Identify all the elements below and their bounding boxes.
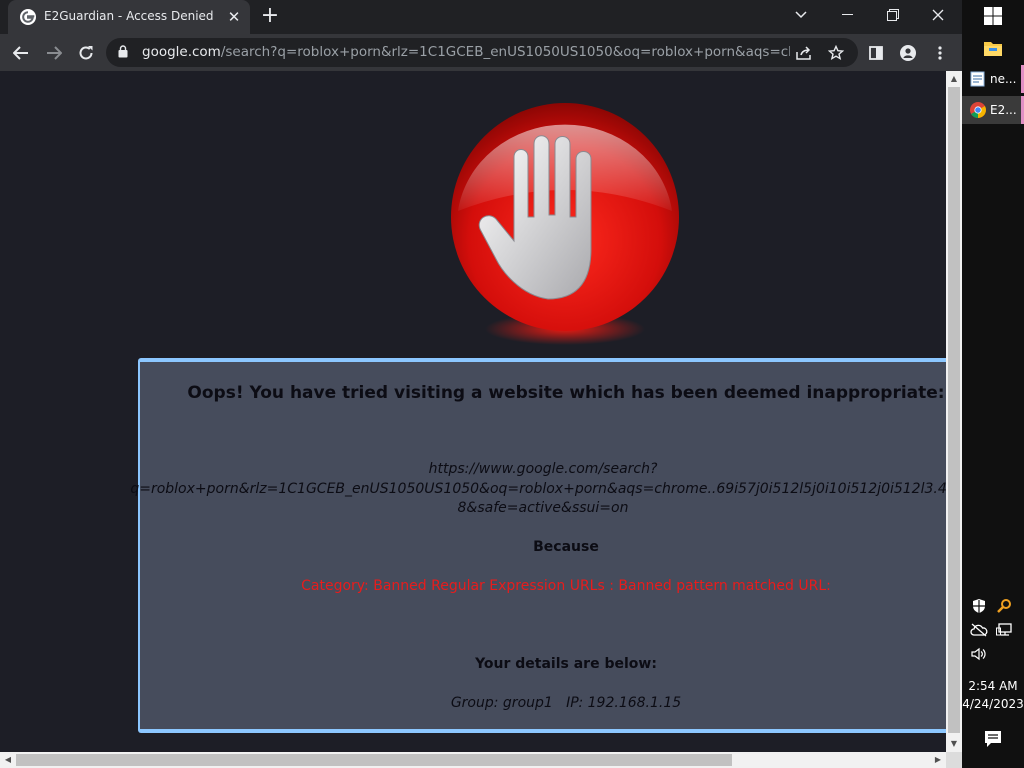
minimize-button[interactable] — [826, 0, 870, 30]
browser-window: E2Guardian - Access Denied ✕ + google.co… — [0, 0, 962, 768]
clock-date[interactable]: 4/24/2023 — [962, 697, 1024, 711]
url-host: google.com — [142, 44, 221, 60]
volume-icon[interactable] — [970, 645, 988, 663]
chrome-icon — [970, 102, 986, 118]
horizontal-scrollbar[interactable]: ◀ ▶ — [0, 752, 946, 768]
tab-strip: E2Guardian - Access Denied ✕ + — [0, 0, 962, 34]
back-button[interactable] — [8, 40, 34, 66]
notepad-icon — [970, 71, 985, 87]
share-icon[interactable] — [794, 43, 814, 63]
close-button[interactable] — [916, 0, 960, 30]
scroll-up-icon[interactable]: ▲ — [946, 71, 962, 87]
scrollbar-corner — [946, 752, 962, 768]
taskbar-app-notepad[interactable]: ne... — [962, 65, 1024, 93]
profile-button[interactable] — [895, 40, 921, 66]
taskbar-app-label: E2... — [990, 103, 1017, 117]
side-panel-icon — [869, 46, 883, 60]
scroll-down-icon[interactable]: ▼ — [946, 736, 962, 752]
scroll-left-icon[interactable]: ◀ — [0, 752, 16, 768]
taskbar-app-chrome[interactable]: E2... — [962, 96, 1024, 124]
restore-button[interactable] — [871, 0, 915, 30]
browser-toolbar: google.com/search?q=roblox+porn&rlz=1C1G… — [0, 34, 962, 71]
windows-start-icon[interactable] — [984, 7, 1002, 25]
vertical-scroll-thumb[interactable] — [948, 87, 960, 733]
stop-hand-icon — [451, 103, 679, 345]
onedrive-offline-icon[interactable] — [970, 621, 988, 639]
blocked-url-line: q=roblox+porn&rlz=1C1GCEB_enUS1050US1050… — [130, 480, 946, 497]
tab-active[interactable]: E2Guardian - Access Denied ✕ — [8, 0, 250, 34]
side-panel-button[interactable] — [863, 40, 889, 66]
new-tab-button[interactable]: + — [258, 5, 282, 28]
search-magnifier-icon[interactable] — [995, 597, 1013, 615]
block-message-panel: Oops! You have tried visiting a website … — [130, 358, 946, 733]
security-shield-icon[interactable] — [970, 597, 988, 615]
user-details: Group: group1 IP: 192.168.1.15 — [450, 695, 682, 711]
page-content: Oops! You have tried visiting a website … — [0, 71, 946, 752]
vertical-scrollbar[interactable]: ▲ ▼ — [946, 71, 962, 752]
url-path: /search?q=roblox+porn&rlz=1C1GCEB_enUS10… — [220, 44, 790, 60]
taskbar-app-label: ne... — [990, 72, 1017, 86]
block-reason: Category: Banned Regular Expression URLs… — [301, 578, 831, 594]
tab-title: E2Guardian - Access Denied — [44, 9, 214, 23]
reload-icon — [79, 46, 93, 60]
clock-time[interactable]: 2:54 AM — [962, 679, 1024, 693]
network-icon[interactable] — [995, 621, 1013, 639]
file-explorer-icon[interactable] — [984, 40, 1002, 56]
bookmark-star-icon[interactable] — [826, 43, 846, 63]
google-icon — [20, 9, 36, 25]
forward-arrow-icon — [47, 46, 62, 60]
address-bar[interactable]: google.com/search?q=roblox+porn&rlz=1C1G… — [106, 38, 858, 67]
taskbar: ne... E2... 2:54 AM 4/24/2023 — [962, 0, 1024, 768]
reload-button[interactable] — [73, 40, 99, 66]
menu-button[interactable] — [927, 40, 953, 66]
tab-search-icon[interactable] — [779, 0, 823, 30]
details-heading: Your details are below: — [475, 656, 657, 672]
back-arrow-icon — [13, 46, 28, 60]
scroll-right-icon[interactable]: ▶ — [930, 752, 946, 768]
profile-icon — [900, 45, 916, 61]
notification-center-icon[interactable] — [984, 730, 1002, 748]
because-label: Because — [533, 539, 599, 555]
horizontal-scroll-thumb[interactable] — [16, 754, 732, 766]
blocked-url-line: https://www.google.com/search? — [428, 461, 658, 477]
lock-icon[interactable] — [118, 45, 128, 58]
more-vert-icon — [938, 46, 942, 60]
page-title: Oops! You have tried visiting a website … — [187, 383, 945, 403]
url-text[interactable]: google.com/search?q=roblox+porn&rlz=1C1G… — [142, 44, 790, 60]
forward-button[interactable] — [41, 40, 67, 66]
tab-close-icon[interactable]: ✕ — [226, 9, 242, 25]
blocked-url-line: 8&safe=active&ssui=on — [457, 500, 629, 516]
blocked-url: https://www.google.com/search? q=roblox+… — [128, 460, 946, 519]
